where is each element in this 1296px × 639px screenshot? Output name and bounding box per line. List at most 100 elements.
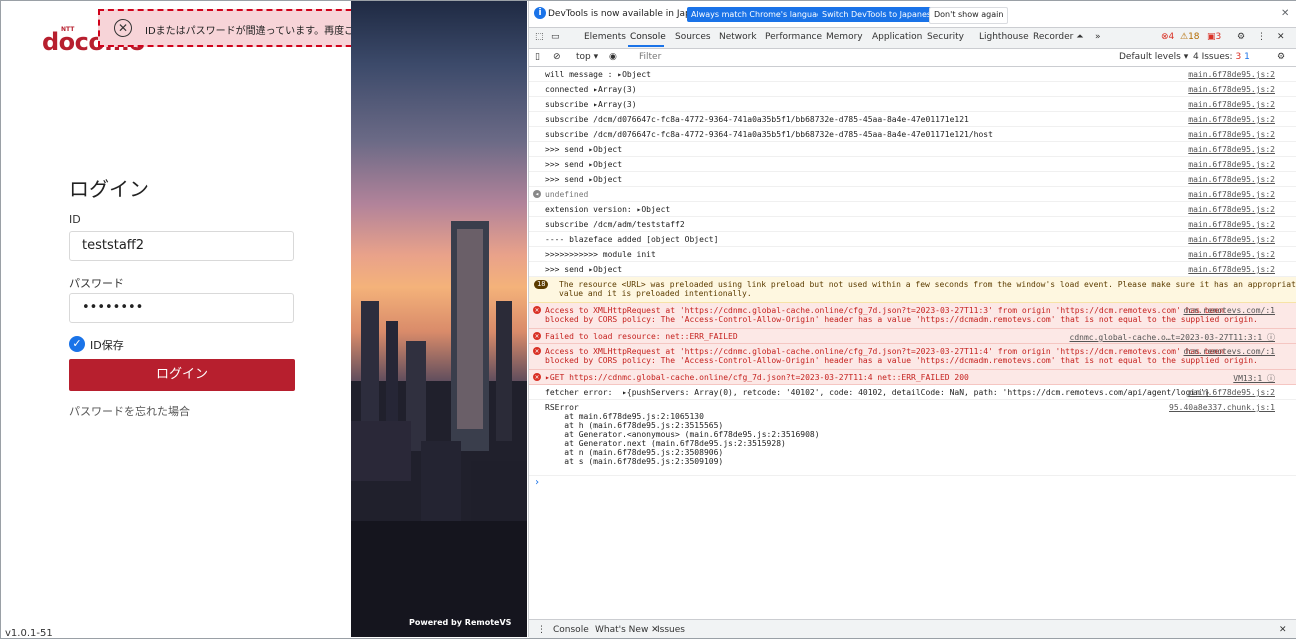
tab-recorder[interactable]: Recorder ⏶	[1033, 32, 1083, 42]
sidebar-toggle-icon[interactable]: ▯	[535, 52, 540, 62]
drawer-menu-icon[interactable]: ⋮	[537, 625, 546, 635]
close-icon[interactable]: ✕	[1281, 8, 1289, 19]
drawer-tab-whats-new[interactable]: What's New ✕	[595, 625, 659, 635]
source-link[interactable]: main.6f78de95.js:2	[1188, 388, 1275, 397]
tab-console[interactable]: Console	[630, 32, 666, 42]
source-link[interactable]: main.6f78de95.js:2	[1188, 160, 1275, 169]
devtools-tabbar: ⬚ ▭ Elements Console Sources Network Per…	[529, 28, 1296, 49]
console-row[interactable]: ✕ ▸GET https://cdnmc.global-cache.online/…	[529, 370, 1296, 385]
drawer-tab-issues[interactable]: Issues	[657, 625, 685, 635]
save-id-checkbox[interactable]: ✓	[69, 336, 85, 352]
clear-console-icon[interactable]: ⊘	[553, 52, 561, 62]
source-link[interactable]: VM13:1 ⓘ	[1233, 373, 1275, 384]
console-row[interactable]: extension version: ▸Object main.6f78de95.…	[529, 202, 1296, 217]
tab-performance[interactable]: Performance	[765, 32, 822, 42]
issues-red-count: 3	[1235, 52, 1242, 62]
tab-lighthouse[interactable]: Lighthouse	[979, 32, 1029, 42]
forgot-password-link[interactable]: パスワードを忘れた場合	[69, 403, 190, 419]
console-row[interactable]: RSError at main.6f78de95.js:2:1065130 at…	[529, 400, 1296, 476]
id-label: ID	[69, 213, 81, 226]
warning-count-badge[interactable]: ⚠18	[1180, 32, 1200, 42]
devtools-infobar: i DevTools is now available in Japanese!…	[529, 1, 1296, 28]
console-row[interactable]: subscribe /dcm/adm/teststaff2 main.6f78de…	[529, 217, 1296, 232]
source-link[interactable]: 95.40a8e337.chunk.js:1	[1169, 403, 1275, 412]
console-row[interactable]: fetcher error: ▸{pushServers: Array(0), …	[529, 385, 1296, 400]
error-count: 4	[1168, 32, 1175, 42]
console-row[interactable]: >>>>>>>>>>> module init main.6f78de95.js:…	[529, 247, 1296, 262]
source-link[interactable]: main.6f78de95.js:2	[1188, 250, 1275, 259]
issues-count: 3	[1215, 32, 1222, 42]
source-link[interactable]: main.6f78de95.js:2	[1188, 115, 1275, 124]
console-row[interactable]: >>> send ▸Object main.6f78de95.js:2	[529, 172, 1296, 187]
console-row[interactable]: >>> send ▸Object main.6f78de95.js:2	[529, 262, 1296, 277]
password-input[interactable]: ••••••••	[69, 293, 294, 323]
filter-input[interactable]: Filter	[639, 52, 661, 62]
issues-summary[interactable]: 4 Issues: 3 1	[1193, 52, 1250, 62]
close-drawer-icon[interactable]: ✕	[1279, 625, 1287, 635]
tab-elements[interactable]: Elements	[584, 32, 626, 42]
error-icon: ✕	[533, 373, 541, 381]
tab-sources[interactable]: Sources	[675, 32, 711, 42]
city-background-image: Powered by RemoteVS	[351, 1, 527, 637]
error-icon: ✕	[533, 306, 541, 314]
console-row[interactable]: >>> send ▸Object main.6f78de95.js:2	[529, 157, 1296, 172]
source-link[interactable]: main.6f78de95.js:2	[1188, 70, 1275, 79]
tab-security[interactable]: Security	[927, 32, 964, 42]
inspect-icon[interactable]: ⬚	[535, 32, 544, 42]
tab-memory[interactable]: Memory	[826, 32, 863, 42]
dont-show-again-button[interactable]: Don't show again	[929, 7, 1009, 24]
source-link[interactable]: main.6f78de95.js:2	[1188, 235, 1275, 244]
console-row[interactable]: ✕ Access to XMLHttpRequest at 'https://cd…	[529, 303, 1296, 329]
tab-application[interactable]: Application	[872, 32, 922, 42]
console-row[interactable]: subscribe /dcm/d076647c-fc8a-4772-9364-7…	[529, 112, 1296, 127]
source-link[interactable]: main.6f78de95.js:2	[1188, 265, 1275, 274]
source-link[interactable]: main.6f78de95.js:2	[1188, 100, 1275, 109]
console-prompt[interactable]: ›	[534, 477, 540, 488]
kebab-menu-icon[interactable]: ⋮	[1257, 32, 1266, 42]
console-row[interactable]: subscribe ▸Array(3) main.6f78de95.js:2	[529, 97, 1296, 112]
close-devtools-icon[interactable]: ✕	[1277, 32, 1285, 42]
console-row[interactable]: ◂ undefined main.6f78de95.js:2	[529, 187, 1296, 202]
settings-icon[interactable]: ⚙	[1237, 32, 1245, 42]
drawer-tab-console[interactable]: Console	[553, 625, 589, 635]
source-link[interactable]: cdnmc.global-cache.o…t=2023-03-27T11:3:1…	[1070, 332, 1275, 343]
console-row[interactable]: ✕ Access to XMLHttpRequest at 'https://cd…	[529, 344, 1296, 370]
login-button[interactable]: ログイン	[69, 359, 295, 391]
console-message: Access to XMLHttpRequest at 'https://cdn…	[545, 347, 1258, 365]
switch-japanese-button[interactable]: Switch DevTools to Japanese	[818, 7, 940, 22]
id-input[interactable]: teststaff2	[69, 231, 294, 261]
devtools-panel: i DevTools is now available in Japanese!…	[528, 1, 1296, 638]
source-link[interactable]: main.6f78de95.js:2	[1188, 145, 1275, 154]
save-id-label: ID保存	[90, 339, 124, 352]
console-row[interactable]: subscribe /dcm/d076647c-fc8a-4772-9364-7…	[529, 127, 1296, 142]
console-row[interactable]: ✕ Failed to load resource: net::ERR_FAILE…	[529, 329, 1296, 344]
console-row[interactable]: connected ▸Array(3) main.6f78de95.js:2	[529, 82, 1296, 97]
context-select[interactable]: top ▾	[576, 52, 598, 62]
console-row[interactable]: >>> send ▸Object main.6f78de95.js:2	[529, 142, 1296, 157]
console-row[interactable]: will message : ▸Object main.6f78de95.js:2	[529, 67, 1296, 82]
login-app: docomo NTT ✕ IDまたはパスワードが間違っています。再度ご確認くださ…	[1, 1, 351, 637]
error-close-icon[interactable]: ✕	[114, 19, 132, 37]
source-link[interactable]: main.6f78de95.js:2	[1188, 85, 1275, 94]
console-row[interactable]: ---- blazeface added [object Object] main…	[529, 232, 1296, 247]
source-link[interactable]: dcm.remotevs.com/:1	[1183, 347, 1275, 356]
powered-by-label: Powered by RemoteVS	[409, 618, 512, 627]
source-link[interactable]: main.6f78de95.js:2	[1188, 190, 1275, 199]
console-message: ---- blazeface added [object Object]	[545, 235, 719, 244]
console-settings-icon[interactable]: ⚙	[1277, 52, 1285, 62]
source-link[interactable]: main.6f78de95.js:2	[1188, 205, 1275, 214]
device-toolbar-icon[interactable]: ▭	[551, 32, 560, 42]
source-link[interactable]: main.6f78de95.js:2	[1188, 130, 1275, 139]
error-count-badge[interactable]: ⊗4	[1161, 32, 1174, 42]
source-link[interactable]: main.6f78de95.js:2	[1188, 220, 1275, 229]
more-tabs-icon[interactable]: »	[1095, 32, 1101, 42]
match-language-button[interactable]: Always match Chrome's language	[687, 7, 831, 22]
console-message: will message : ▸Object	[545, 70, 651, 79]
log-levels-select[interactable]: Default levels ▾	[1119, 52, 1188, 62]
source-link[interactable]: main.6f78de95.js:2	[1188, 175, 1275, 184]
source-link[interactable]: dcm.remotevs.com/:1	[1183, 306, 1275, 315]
issues-count-badge[interactable]: ▣3	[1207, 32, 1221, 42]
eye-icon[interactable]: ◉	[609, 52, 617, 62]
console-row[interactable]: 18 The resource <URL> was preloaded using…	[529, 277, 1296, 303]
tab-network[interactable]: Network	[719, 32, 757, 42]
